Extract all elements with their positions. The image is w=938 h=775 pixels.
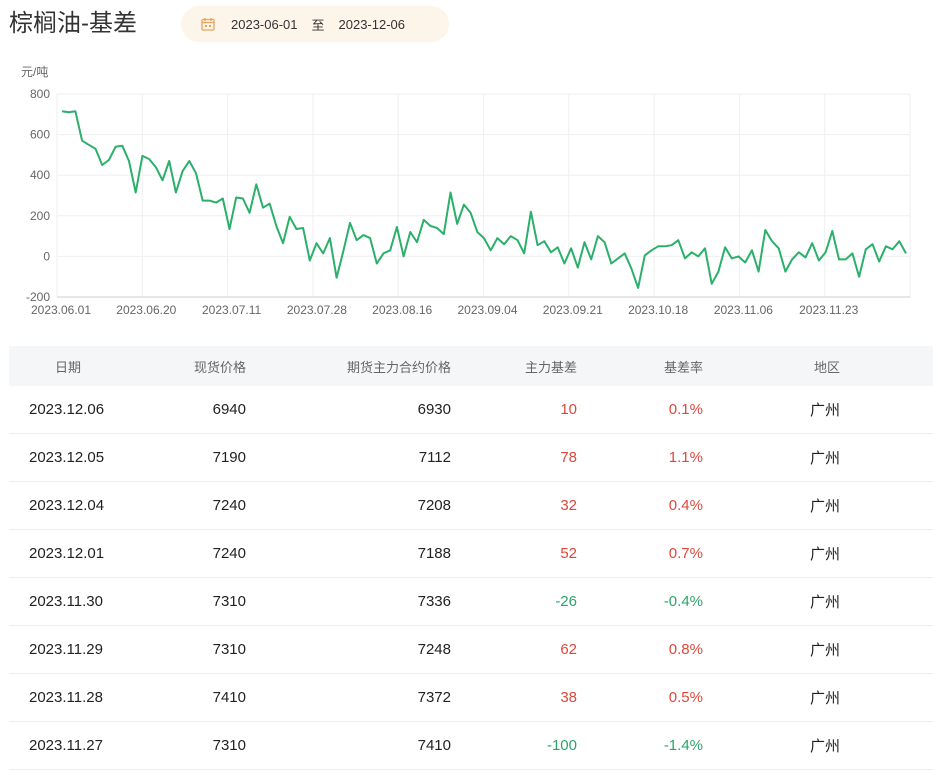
cell-futures-price: 7112 (418, 449, 451, 466)
cell-date: 2023.11.28 (29, 689, 103, 706)
cell-spot-price: 7190 (212, 449, 246, 466)
cell-region: 广州 (809, 594, 840, 611)
cell-date: 2023.12.04 (29, 497, 105, 514)
date-range-picker[interactable]: 2023-06-01 至 2023-12-06 (181, 6, 449, 42)
cell-futures-price: 7336 (417, 593, 451, 610)
x-tick-label: 2023.08.16 (372, 303, 432, 317)
page-title: 棕榈油-基差 (9, 10, 137, 37)
cell-basis: 32 (560, 497, 577, 514)
cell-basis-rate: -1.4% (663, 737, 703, 754)
cell-basis-rate: 0.8% (668, 641, 703, 658)
cell-spot-price: 6940 (212, 401, 246, 418)
cell-region: 广州 (809, 402, 840, 419)
basis-table: 日期 现货价格 期货主力合约价格 主力基差 基差率 地区 2023.12.06 6… (9, 346, 933, 770)
cell-date: 2023.12.05 (29, 449, 105, 466)
x-tick-label: 2023.07.11 (202, 303, 261, 317)
cell-basis: 78 (560, 449, 577, 466)
date-end[interactable]: 2023-12-06 (339, 17, 406, 32)
table-row: 2023.12.05 7190 7112 78 1.1% 广州 (9, 434, 933, 482)
cell-date: 2023.11.27 (29, 737, 103, 754)
cell-basis-rate: 0.5% (668, 689, 703, 706)
table-row: 2023.11.29 7310 7248 62 0.8% 广州 (9, 626, 933, 674)
cell-date: 2023.11.29 (29, 641, 103, 658)
cell-spot-price: 7310 (212, 593, 246, 610)
cell-spot-price: 7410 (212, 689, 246, 706)
header-spot-price: 现货价格 (193, 359, 246, 375)
cell-futures-price: 7372 (417, 689, 451, 706)
cell-region: 广州 (809, 642, 840, 659)
cell-futures-price: 7248 (417, 641, 451, 658)
cell-spot-price: 7310 (212, 737, 246, 754)
cell-region: 广州 (809, 738, 840, 755)
cell-region: 广州 (809, 450, 840, 467)
table-body: 2023.12.06 6940 6930 10 0.1% 广州 2023.12.05 7190… (9, 386, 933, 770)
y-tick-label: 400 (30, 168, 50, 182)
cell-basis: 38 (560, 689, 577, 706)
cell-basis-rate: 0.4% (668, 497, 703, 514)
table-row: 2023.11.30 7310 7336 -26 -0.4% 广州 (9, 578, 933, 626)
cell-basis: -100 (546, 737, 577, 754)
cell-basis-rate: 0.1% (668, 401, 703, 418)
cell-region: 广州 (809, 546, 840, 563)
cell-basis-rate: 1.1% (668, 449, 703, 466)
table-row: 2023.11.28 7410 7372 38 0.5% 广州 (9, 674, 933, 722)
table-row: 2023.12.04 7240 7208 32 0.4% 广州 (9, 482, 933, 530)
header-basis: 主力基差 (524, 359, 577, 375)
x-tick-label: 2023.09.04 (457, 303, 517, 317)
cell-futures-price: 6930 (417, 401, 451, 418)
table-row: 2023.12.06 6940 6930 10 0.1% 广州 (9, 386, 933, 434)
basis-line-chart: 元/吨 800 600 400 200 0 -200 2023.06.01 2023.06.… (21, 65, 911, 317)
table-row: 2023.12.01 7240 7188 52 0.7% 广州 (9, 530, 933, 578)
y-tick-label: 800 (30, 87, 50, 101)
y-tick-label: 600 (30, 128, 50, 142)
y-axis-label: 元/吨 (21, 65, 48, 79)
cell-basis: -26 (555, 593, 577, 610)
cell-spot-price: 7240 (212, 497, 246, 514)
cell-futures-price: 7188 (417, 545, 451, 562)
x-tick-label: 2023.10.18 (628, 303, 688, 317)
x-tick-label: 2023.06.20 (116, 303, 176, 317)
cell-basis: 10 (560, 401, 577, 418)
date-start[interactable]: 2023-06-01 (231, 17, 298, 32)
date-separator: 至 (311, 17, 325, 33)
cell-date: 2023.12.01 (29, 545, 105, 562)
y-tick-label: 200 (30, 209, 50, 223)
cell-spot-price: 7240 (212, 545, 246, 562)
y-tick-label: -200 (26, 290, 50, 304)
x-tick-label: 2023.06.01 (31, 303, 91, 317)
cell-date: 2023.11.30 (29, 593, 103, 610)
y-tick-label: 0 (43, 249, 50, 263)
cell-spot-price: 7310 (212, 641, 246, 658)
cell-basis-rate: -0.4% (663, 593, 703, 610)
cell-basis-rate: 0.7% (668, 545, 703, 562)
x-tick-label: 2023.07.28 (287, 303, 347, 317)
calendar-icon (201, 18, 215, 31)
x-tick-label: 2023.11.23 (799, 303, 858, 317)
cell-futures-price: 7410 (417, 737, 451, 754)
cell-region: 广州 (809, 690, 840, 707)
cell-basis: 52 (560, 545, 577, 562)
basis-chart: 元/吨 800 600 400 200 0 -200 2023.06.01 2023.06.… (0, 58, 938, 326)
table-header: 日期 现货价格 期货主力合约价格 主力基差 基差率 地区 (9, 346, 933, 386)
cell-futures-price: 7208 (417, 497, 451, 514)
header-basis-rate: 基差率 (663, 359, 703, 375)
cell-region: 广州 (809, 498, 840, 515)
cell-basis: 62 (560, 641, 577, 658)
header-region: 地区 (813, 359, 840, 375)
cell-date: 2023.12.06 (29, 401, 105, 418)
header-futures-price: 期货主力合约价格 (346, 359, 451, 375)
x-tick-label: 2023.09.21 (543, 303, 603, 317)
table-row: 2023.11.27 7310 7410 -100 -1.4% 广州 (9, 722, 933, 770)
x-tick-label: 2023.11.06 (714, 303, 773, 317)
header-date: 日期 (55, 359, 82, 375)
